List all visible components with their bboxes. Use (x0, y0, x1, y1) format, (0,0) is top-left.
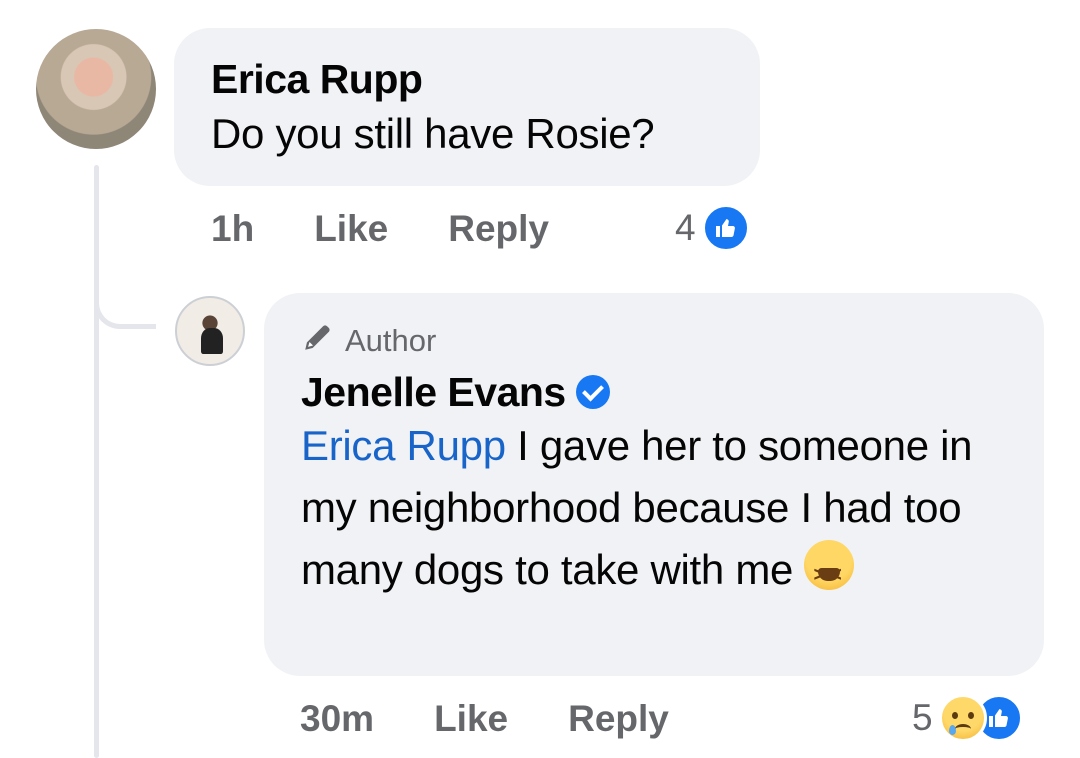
comment-author[interactable]: Erica Rupp (211, 56, 760, 102)
reaction-count: 4 (675, 207, 696, 248)
thread-line (94, 165, 99, 758)
reaction-count: 5 (912, 697, 933, 738)
mention-link[interactable]: Erica Rupp (301, 422, 506, 469)
comment-text: Do you still have Rosie? (211, 110, 655, 157)
comment-timestamp[interactable]: 30m (300, 698, 374, 740)
author-badge: Author (301, 323, 1044, 359)
verified-badge-icon (575, 375, 610, 409)
comment-actions: 1h Like Reply (211, 208, 549, 250)
comment-bubble: Erica Rupp Do you still have Rosie? (174, 28, 760, 186)
like-button[interactable]: Like (314, 208, 388, 250)
reply-connector (94, 275, 156, 329)
comment-actions: 30m Like Reply (300, 698, 669, 740)
tired-face-emoji-icon (804, 540, 855, 606)
comment-timestamp[interactable]: 1h (211, 208, 254, 250)
like-button[interactable]: Like (434, 698, 508, 740)
avatar[interactable] (175, 296, 245, 366)
reply-button[interactable]: Reply (448, 208, 549, 250)
comment-bubble: Author Jenelle Evans Erica Rupp I gave h… (264, 293, 1044, 676)
reaction-summary[interactable]: 4 (675, 204, 750, 252)
sad-icon (938, 694, 987, 742)
like-icon (701, 204, 750, 252)
author-badge-label: Author (345, 323, 437, 358)
pencil-icon (301, 320, 335, 362)
comment-author[interactable]: Jenelle Evans (301, 369, 566, 415)
reaction-summary[interactable]: 5 (912, 694, 1023, 742)
comment-text: Erica Rupp I gave her to someone in my n… (301, 415, 1001, 606)
reply-button[interactable]: Reply (568, 698, 669, 740)
avatar[interactable] (36, 29, 156, 149)
